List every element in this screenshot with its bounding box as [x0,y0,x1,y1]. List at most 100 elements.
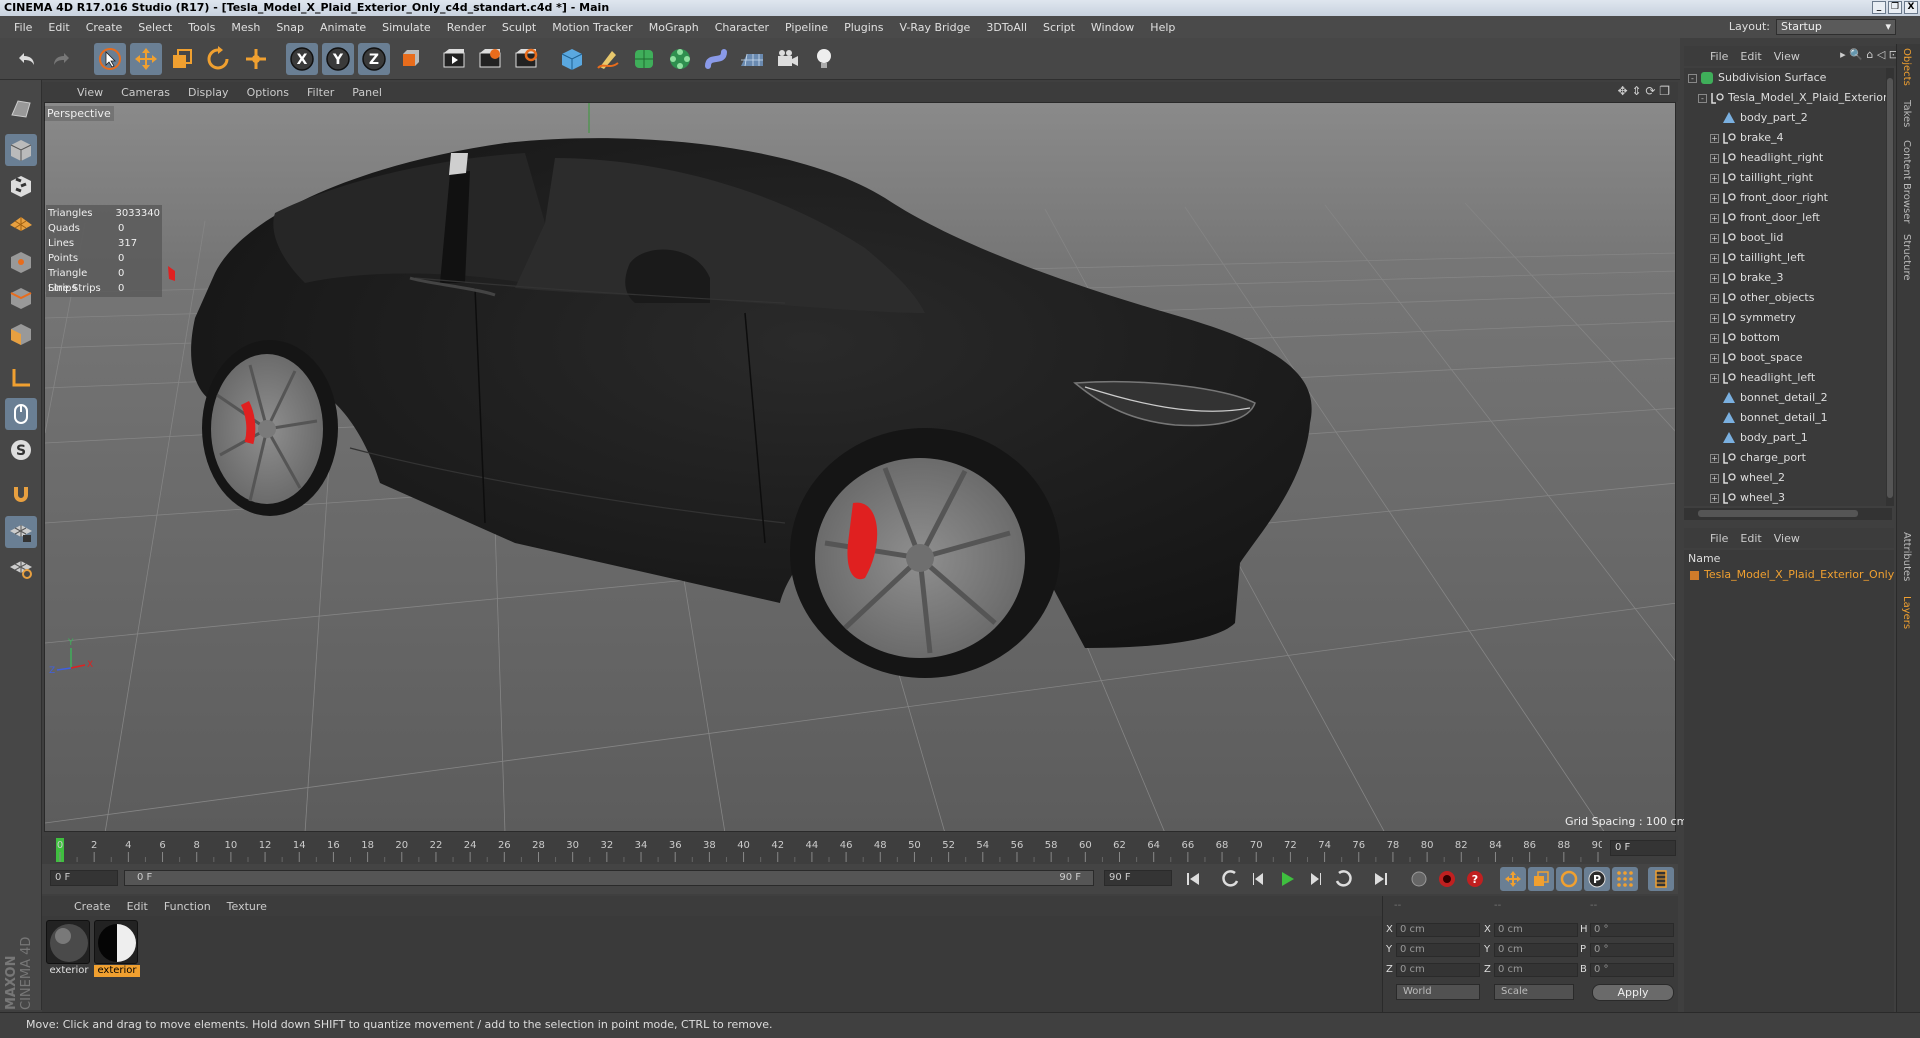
redo-button[interactable] [46,43,78,75]
collapse-icon[interactable]: - [1688,74,1697,83]
menu-file[interactable]: File [6,21,40,34]
viewport-menu-cameras[interactable]: Cameras [112,86,179,99]
object-tree-row[interactable]: + brake_3 [1684,268,1892,288]
object-menu-file[interactable]: File [1704,50,1734,63]
expand-icon[interactable]: + [1710,154,1719,163]
object-tree-row[interactable]: + taillight_right [1684,168,1892,188]
layer-menu-file[interactable]: File [1704,532,1734,545]
object-tree-scrollbar[interactable] [1886,68,1894,506]
object-tree-row[interactable]: + other_objects [1684,288,1892,308]
tab-objects[interactable]: Objects [1901,48,1912,86]
size-y-field[interactable]: 0 cm [1494,943,1578,957]
menu-mograph[interactable]: MoGraph [641,21,707,34]
object-tree-row[interactable]: + symmetry [1684,308,1892,328]
record-keys-button[interactable] [1406,867,1432,891]
layer-menu-edit[interactable]: Edit [1734,532,1767,545]
menu-character[interactable]: Character [707,21,777,34]
expand-icon[interactable]: + [1710,334,1719,343]
object-tree-row[interactable]: body_part_1 [1684,428,1892,448]
menu-motion-tracker[interactable]: Motion Tracker [544,21,640,34]
position-y-field[interactable]: 0 cm [1396,943,1480,957]
polygons-mode-button[interactable] [5,318,37,350]
cloner-button[interactable] [664,43,696,75]
pen-tool-button[interactable] [592,43,624,75]
tab-structure[interactable]: Structure [1901,234,1912,281]
expand-icon[interactable]: + [1710,274,1719,283]
object-tree-row[interactable]: - Subdivision Surface [1684,68,1892,88]
menu-select[interactable]: Select [130,21,180,34]
tab-content-browser[interactable]: Content Browser [1901,140,1912,223]
current-frame-field[interactable]: 0 F [1610,840,1676,856]
keyframe-selection-button[interactable]: ? [1462,867,1488,891]
menu-edit[interactable]: Edit [40,21,77,34]
move-tool[interactable] [130,43,162,75]
go-to-start-button[interactable] [1180,867,1206,891]
key-parameter-button[interactable]: P [1584,867,1610,891]
scale-tool[interactable] [166,43,198,75]
menu-3dtoall[interactable]: 3DToAll [978,21,1035,34]
material-menu-function[interactable]: Function [156,900,219,913]
size-z-field[interactable]: 0 cm [1494,963,1578,977]
auto-keying-button[interactable] [1434,867,1460,891]
object-menu-view[interactable]: View [1768,50,1806,63]
object-tree-row[interactable]: + front_door_right [1684,188,1892,208]
previous-frame-button[interactable] [1246,867,1272,891]
material-menu-create[interactable]: Create [66,900,119,913]
object-tree-row[interactable]: + boot_space [1684,348,1892,368]
live-selection-tool[interactable] [94,43,126,75]
key-scale-button[interactable] [1528,867,1554,891]
apply-button[interactable]: Apply [1592,984,1674,1001]
texture-mode-button[interactable] [5,170,37,202]
menu-pipeline[interactable]: Pipeline [777,21,836,34]
object-tree-row[interactable]: + wheel_2 [1684,468,1892,488]
menu-simulate[interactable]: Simulate [374,21,439,34]
object-tree-row[interactable]: + brake_4 [1684,128,1892,148]
menu-render[interactable]: Render [439,21,494,34]
expand-icon[interactable]: + [1710,454,1719,463]
material-menu-edit[interactable]: Edit [119,900,156,913]
menu-mesh[interactable]: Mesh [223,21,268,34]
menu-help[interactable]: Help [1142,21,1183,34]
expand-icon[interactable]: + [1710,234,1719,243]
planar-workplane-button[interactable] [5,552,37,584]
position-z-field[interactable]: 0 cm [1396,963,1480,977]
enable-axis-button[interactable] [5,362,37,394]
minimize-button[interactable]: _ [1872,1,1886,14]
x-axis-toggle[interactable]: X [286,43,318,75]
deformer-button[interactable] [700,43,732,75]
z-axis-toggle[interactable]: Z [358,43,390,75]
rotation-p-field[interactable]: 0 ° [1590,943,1674,957]
next-frame-button[interactable] [1302,867,1328,891]
layer-menu-view[interactable]: View [1768,532,1806,545]
coordinate-mode-dropdown[interactable]: World [1396,984,1480,1000]
end-frame-field[interactable]: 90 F [1104,870,1172,886]
menu-script[interactable]: Script [1035,21,1083,34]
previous-key-button[interactable] [1218,867,1244,891]
viewport-menu-view[interactable]: View [68,86,112,99]
object-tree-row[interactable]: + bottom [1684,328,1892,348]
viewport-menu-options[interactable]: Options [238,86,298,99]
start-frame-field[interactable]: 0 F [50,870,118,886]
expand-icon[interactable]: + [1710,374,1719,383]
locked-workplane-button[interactable] [5,516,37,548]
collapse-icon[interactable]: - [1698,94,1707,103]
rotate-tool[interactable] [202,43,234,75]
object-tree-row[interactable]: body_part_2 [1684,108,1892,128]
points-mode-button[interactable] [5,246,37,278]
light-button[interactable] [808,43,840,75]
next-key-button[interactable] [1330,867,1356,891]
subdivision-surface-button[interactable] [628,43,660,75]
object-menu-edit[interactable]: Edit [1734,50,1767,63]
rotation-h-field[interactable]: 0 ° [1590,923,1674,937]
tweak-mode-button[interactable] [5,398,37,430]
object-tree-row[interactable]: - Tesla_Model_X_Plaid_Exterior_C [1684,88,1892,108]
expand-icon[interactable]: + [1710,254,1719,263]
timeline-layout-button[interactable] [1648,867,1674,891]
floor-button[interactable] [736,43,768,75]
object-tree-row[interactable]: + headlight_left [1684,368,1892,388]
menu-tools[interactable]: Tools [180,21,223,34]
material-menu-texture[interactable]: Texture [219,900,275,913]
snapping-button[interactable]: S [5,434,37,466]
tab-layers[interactable]: Layers [1901,596,1912,629]
play-button[interactable] [1274,867,1300,891]
